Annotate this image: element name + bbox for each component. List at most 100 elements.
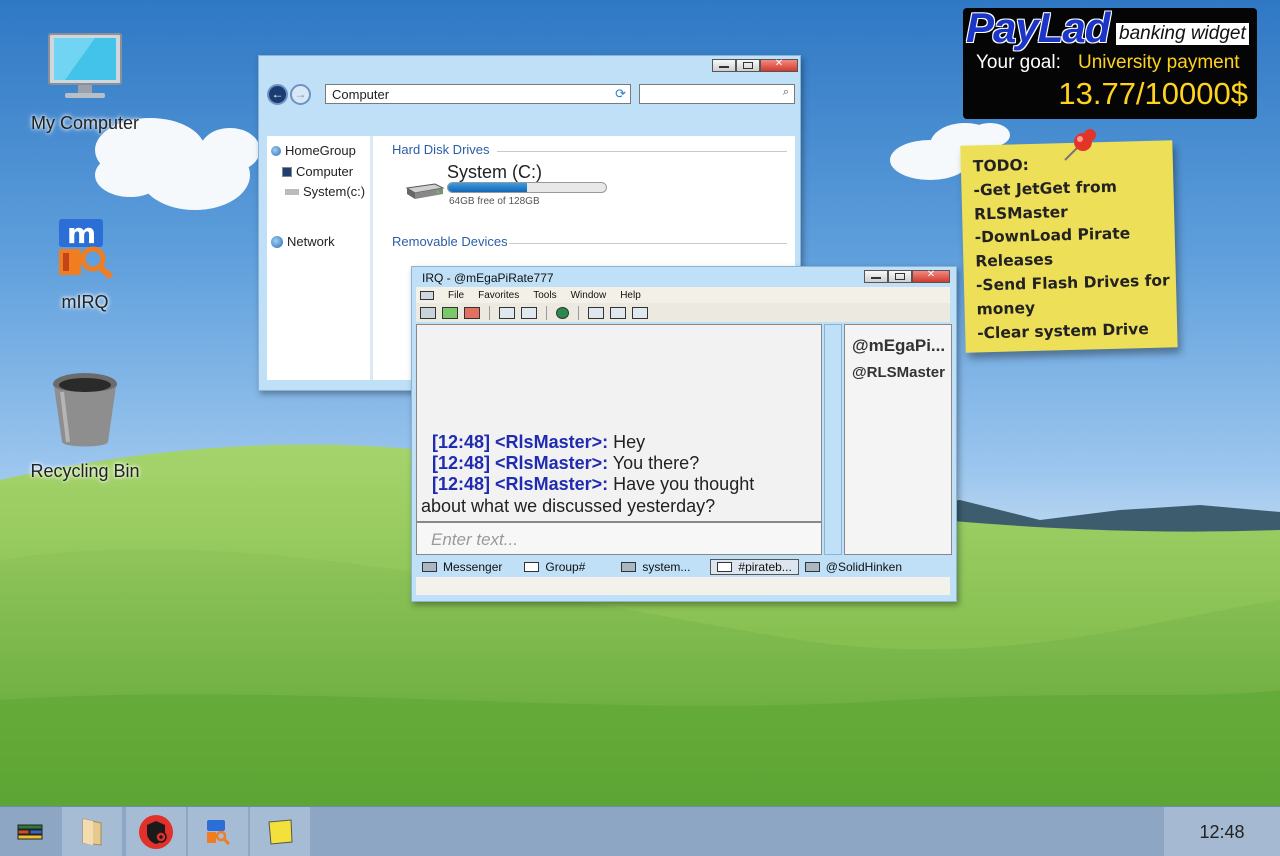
window-icon: [420, 290, 434, 300]
start-icon: [17, 824, 43, 840]
sidebar-item-system-c[interactable]: System(c:): [285, 184, 365, 199]
taskbar-mirq[interactable]: [188, 807, 248, 856]
close-button[interactable]: [760, 58, 798, 72]
drive-name[interactable]: System (C:): [447, 162, 542, 183]
taskbar-security[interactable]: [126, 807, 186, 856]
chat-message-continuation: about what we discussed yesterday?: [421, 496, 716, 516]
widget-subtitle: banking widget: [1116, 23, 1249, 45]
search-input[interactable]: ⌕: [639, 84, 795, 104]
my-computer-desktop-icon[interactable]: My Computer: [0, 30, 170, 134]
tab-messenger[interactable]: Messenger: [416, 559, 508, 575]
message-nick[interactable]: <RlsMaster>:: [495, 453, 608, 473]
sidebar-item-label: Network: [287, 234, 335, 249]
mirq-app-icon: m: [59, 217, 114, 280]
chat-message: [12:48] <RlsMaster>: You there?: [432, 453, 699, 474]
menu-tools[interactable]: Tools: [533, 290, 556, 301]
mirq-desktop-icon[interactable]: m mIRQ: [0, 215, 170, 313]
folder-icon: [82, 818, 102, 846]
user-list-item[interactable]: @RLSMaster: [852, 364, 945, 381]
tile-horizontal-icon[interactable]: [588, 306, 604, 319]
close-button[interactable]: [912, 269, 950, 283]
toolbar: [416, 303, 950, 322]
start-button[interactable]: [0, 807, 60, 856]
mirq-icon: [207, 820, 231, 845]
menu-help[interactable]: Help: [620, 290, 641, 301]
tab-solidhinken[interactable]: @SolidHinken: [799, 559, 908, 575]
tab-label: Messenger: [443, 560, 503, 574]
taskbar: 12:48: [0, 806, 1280, 856]
section-divider: [497, 151, 787, 152]
message-time: [12:48]: [432, 432, 491, 452]
desktop-icon-label: My Computer: [30, 113, 140, 133]
message-text: Hey: [608, 432, 646, 452]
message-nick[interactable]: <RlsMaster>:: [495, 474, 608, 494]
cascade-icon[interactable]: [632, 306, 648, 319]
system-clock[interactable]: 12:48: [1164, 807, 1280, 856]
trash-icon: [53, 373, 117, 447]
taskbar-explorer[interactable]: [62, 807, 122, 856]
toolbar-separator: [546, 305, 547, 320]
message-text: Have you thought: [608, 474, 755, 494]
sidebar-item-network[interactable]: Network: [271, 234, 335, 249]
svg-text:m: m: [67, 217, 96, 250]
navigation-buttons: ← →: [267, 84, 311, 105]
section-header-hard-disk: Hard Disk Drives: [392, 142, 490, 157]
forward-arrow-icon[interactable]: →: [290, 84, 311, 105]
channel-tabs: Messenger Group# system... #pirateb... @…: [416, 559, 950, 575]
sidebar-item-label: Computer: [296, 164, 354, 179]
options-icon[interactable]: [499, 306, 515, 319]
todo-sticky-note[interactable]: TODO: -Get JetGet from RLSMaster -DownLo…: [960, 140, 1178, 353]
message-area: [12:48] <RlsMaster>: Hey [12:48] <RlsMas…: [416, 324, 822, 522]
server-icon: [804, 562, 820, 572]
globe-icon[interactable]: [556, 306, 569, 319]
drive-icon: [285, 188, 299, 195]
chat-window[interactable]: IRQ - @mEgaPiRate777 File Favorites Tool…: [411, 266, 957, 602]
toolbar-separator: [578, 305, 579, 320]
desktop-icon-label: mIRQ: [61, 292, 109, 312]
computer-icon: [282, 166, 292, 177]
connect-icon[interactable]: [420, 306, 436, 319]
scrollbar[interactable]: [824, 324, 842, 555]
sidebar-item-label: HomeGroup: [285, 143, 356, 158]
sticky-note-icon: [268, 819, 293, 845]
tile-vertical-icon[interactable]: [610, 306, 626, 319]
menu-file[interactable]: File: [448, 290, 464, 301]
disconnect-icon[interactable]: [464, 306, 480, 319]
menu-favorites[interactable]: Favorites: [478, 290, 519, 301]
window-controls: [712, 58, 798, 72]
user-list-item[interactable]: @mEgaPi...: [852, 336, 945, 356]
note-line: -Clear system Drive: [976, 319, 1150, 343]
refresh-icon[interactable]: ⟳: [615, 86, 626, 102]
back-arrow-icon[interactable]: ←: [267, 84, 288, 105]
window-controls: [864, 269, 950, 283]
tab-group[interactable]: Group#: [518, 559, 591, 575]
connect-green-icon[interactable]: [442, 306, 458, 319]
sidebar-item-computer[interactable]: Computer: [282, 164, 353, 179]
status-bar: [416, 577, 950, 595]
goal-value: University payment: [1078, 52, 1240, 73]
menu-window[interactable]: Window: [571, 290, 607, 301]
user-list: @mEgaPi... @RLSMaster: [844, 324, 952, 555]
taskbar-sticky-notes[interactable]: [250, 807, 310, 856]
channel-window-icon: [717, 562, 733, 572]
maximize-button[interactable]: [888, 270, 912, 283]
recycling-bin-desktop-icon[interactable]: Recycling Bin: [0, 372, 170, 482]
message-nick[interactable]: <RlsMaster>:: [495, 432, 608, 452]
sidebar-item-label: System(c:): [303, 184, 366, 199]
address-text: Computer: [332, 87, 390, 102]
minimize-button[interactable]: [712, 59, 736, 72]
tab-system[interactable]: system...: [615, 559, 696, 575]
network-icon: [271, 235, 283, 248]
maximize-button[interactable]: [736, 59, 760, 72]
message-time: [12:48]: [432, 474, 491, 494]
section-header-removable: Removable Devices: [392, 234, 508, 249]
tab-label: @SolidHinken: [825, 560, 903, 574]
address-book-icon[interactable]: [521, 306, 537, 319]
message-input[interactable]: Enter text...: [416, 522, 822, 555]
address-bar[interactable]: Computer ⟳: [325, 84, 631, 104]
savings-amount: 13.77/10000$: [1058, 76, 1248, 111]
tab-pirateb[interactable]: #pirateb...: [710, 559, 799, 575]
hard-drive-icon: [405, 183, 445, 199]
sidebar-item-homegroup[interactable]: HomeGroup: [271, 143, 356, 158]
minimize-button[interactable]: [864, 270, 888, 283]
